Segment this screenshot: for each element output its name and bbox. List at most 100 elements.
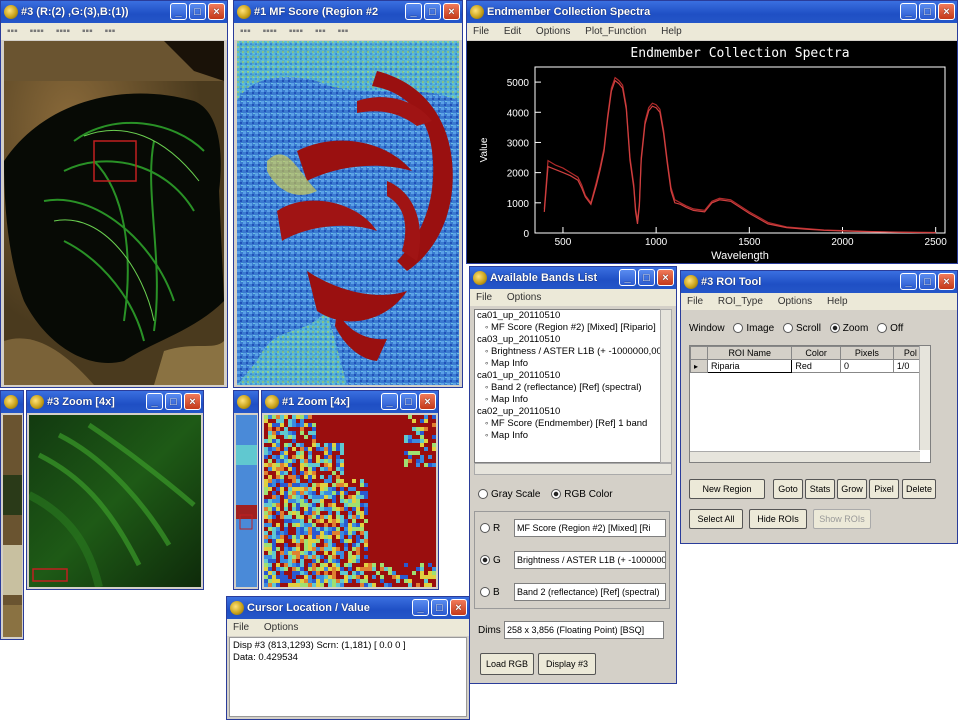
title-bar[interactable]: #3 ROI Tool _ □ × (681, 271, 957, 293)
roi-table-area[interactable]: ROI Name Color Pixels Pol ▸ Riparia Red … (689, 345, 931, 463)
title-bar[interactable]: Endmember Collection Spectra _ □ × (467, 1, 957, 23)
green-band-field[interactable]: Brightness / ASTER L1B (+ -1000000,0 (514, 551, 666, 569)
menu-item[interactable]: Options (264, 622, 298, 633)
maximize-icon[interactable]: □ (919, 3, 936, 20)
blue-band-field[interactable]: Band 2 (reflectance) [Ref] (spectral) (514, 583, 666, 601)
table-row[interactable]: ▸ Riparia Red 0 1/0 (690, 359, 929, 373)
close-icon[interactable]: × (443, 3, 460, 20)
menu-item[interactable]: Help (661, 26, 682, 37)
title-bar[interactable]: #1 MF Score (Region #2 _ □ × (234, 1, 462, 23)
menu-tools[interactable]: ▪▪▪ (315, 26, 326, 37)
horizontal-scrollbar[interactable] (474, 463, 672, 475)
title-bar[interactable]: Cursor Location / Value _ □ × (227, 597, 469, 619)
menu-item[interactable]: File (687, 296, 703, 307)
horizontal-scrollbar[interactable] (690, 451, 920, 462)
close-icon[interactable]: × (419, 393, 436, 410)
radio-gray-scale[interactable]: Gray Scale (478, 489, 540, 500)
zoom-canvas-1[interactable] (264, 415, 436, 587)
col-roi-name[interactable]: ROI Name (706, 346, 793, 360)
menu-overlay[interactable]: ▪▪▪▪ (30, 26, 44, 37)
mf-score-window[interactable]: #1 MF Score (Region #2 _ □ × ▪▪▪ ▪▪▪▪ ▪▪▪▪ ▪▪… (233, 0, 463, 388)
band-list-item[interactable]: ca01_up_20110510 (475, 310, 661, 322)
title-bar[interactable] (1, 391, 23, 413)
band-list-item[interactable]: ◦ Map Info (475, 358, 661, 370)
menu-file[interactable]: ▪▪▪ (240, 26, 251, 37)
menu-item[interactable]: Options (536, 26, 570, 37)
radio-scroll[interactable]: Scroll (782, 323, 821, 334)
maximize-icon[interactable]: □ (424, 3, 441, 20)
stats-button[interactable]: Stats (805, 479, 835, 499)
bands-list-window[interactable]: Available Bands List _ □ × File Options ca… (469, 266, 677, 684)
col-color[interactable]: Color (791, 346, 841, 360)
maximize-icon[interactable]: □ (189, 3, 206, 20)
minimize-icon[interactable]: _ (900, 273, 917, 290)
new-region-button[interactable]: New Region (689, 479, 765, 499)
menu-item[interactable]: File (473, 26, 489, 37)
menu-item[interactable]: File (476, 292, 492, 303)
rgb-image-canvas[interactable] (4, 41, 224, 385)
close-icon[interactable]: × (184, 393, 201, 410)
close-icon[interactable]: × (450, 599, 467, 616)
menu-window[interactable]: ▪▪▪ (105, 26, 116, 37)
menu-item[interactable]: Options (507, 292, 541, 303)
menu-item[interactable]: Plot_Function (585, 26, 646, 37)
menu-enhance[interactable]: ▪▪▪▪ (56, 26, 70, 37)
band-list-item[interactable]: ◦ Map Info (475, 430, 661, 442)
minimize-icon[interactable]: _ (170, 3, 187, 20)
maximize-icon[interactable]: □ (400, 393, 417, 410)
roi-tool-window[interactable]: #3 ROI Tool _ □ × File ROI_Type Options He… (680, 270, 958, 544)
hide-rois-button[interactable]: Hide ROIs (749, 509, 807, 529)
scroll-window-mid[interactable] (233, 390, 259, 590)
select-all-button[interactable]: Select All (689, 509, 743, 529)
goto-button[interactable]: Goto (773, 479, 803, 499)
row-selector-icon[interactable]: ▸ (690, 359, 708, 373)
load-rgb-button[interactable]: Load RGB (480, 653, 534, 675)
menu-file[interactable]: ▪▪▪ (7, 26, 18, 37)
pixel-button[interactable]: Pixel (869, 479, 899, 499)
title-bar[interactable]: Available Bands List _ □ × (470, 267, 676, 289)
title-bar[interactable]: #1 Zoom [4x] _ □ × (262, 391, 438, 413)
title-bar[interactable]: #3 (R:(2) ,G:(3),B:(1)) _ □ × (1, 1, 227, 23)
band-list-item[interactable]: ◦ Map Info (475, 394, 661, 406)
minimize-icon[interactable]: _ (146, 393, 163, 410)
title-bar[interactable]: #3 Zoom [4x] _ □ × (27, 391, 203, 413)
spectra-plot[interactable]: Endmember Collection Spectra 0 1000 2000 300… (467, 41, 957, 263)
band-list-item[interactable]: ca01_up_20110510 (475, 370, 661, 382)
mf-score-canvas[interactable] (237, 41, 459, 385)
menu-item[interactable]: Help (827, 296, 848, 307)
maximize-icon[interactable]: □ (919, 273, 936, 290)
radio-b[interactable]: B (480, 587, 500, 598)
close-icon[interactable]: × (208, 3, 225, 20)
menu-item[interactable]: Options (778, 296, 812, 307)
minimize-icon[interactable]: _ (619, 269, 636, 286)
menu-item[interactable]: Edit (504, 26, 521, 37)
band-list-item[interactable]: ◦ Band 2 (reflectance) [Ref] (spectral) (475, 382, 661, 394)
radio-image[interactable]: Image (733, 323, 774, 334)
menu-item[interactable]: File (233, 622, 249, 633)
delete-button[interactable]: Delete (902, 479, 936, 499)
menu-item[interactable]: ROI_Type (718, 296, 763, 307)
band-tree-list[interactable]: ca01_up_20110510 ◦ MF Score (Region #2) [… (474, 309, 662, 463)
vertical-scrollbar[interactable] (660, 309, 672, 463)
col-pixels[interactable]: Pixels (839, 346, 894, 360)
menu-window[interactable]: ▪▪▪ (338, 26, 349, 37)
spectra-window[interactable]: Endmember Collection Spectra _ □ × File Ed… (466, 0, 958, 264)
close-icon[interactable]: × (657, 269, 674, 286)
close-icon[interactable]: × (938, 3, 955, 20)
image-window-3[interactable]: #3 (R:(2) ,G:(3),B:(1)) _ □ × ▪▪▪ ▪▪▪▪ ▪▪▪▪ ▪… (0, 0, 228, 388)
radio-rgb-color[interactable]: RGB Color (551, 489, 613, 500)
minimize-icon[interactable]: _ (412, 599, 429, 616)
radio-g[interactable]: G (480, 555, 501, 566)
close-icon[interactable]: × (938, 273, 955, 290)
maximize-icon[interactable]: □ (638, 269, 655, 286)
grow-button[interactable]: Grow (837, 479, 867, 499)
radio-r[interactable]: R (480, 523, 500, 534)
title-bar[interactable] (234, 391, 258, 413)
maximize-icon[interactable]: □ (165, 393, 182, 410)
band-list-item[interactable]: ca02_up_20110510 (475, 406, 661, 418)
cursor-location-window[interactable]: Cursor Location / Value _ □ × File Options… (226, 596, 470, 720)
scroll-canvas[interactable] (236, 415, 257, 587)
radio-off[interactable]: Off (877, 323, 903, 334)
maximize-icon[interactable]: □ (431, 599, 448, 616)
radio-zoom[interactable]: Zoom (829, 323, 868, 334)
